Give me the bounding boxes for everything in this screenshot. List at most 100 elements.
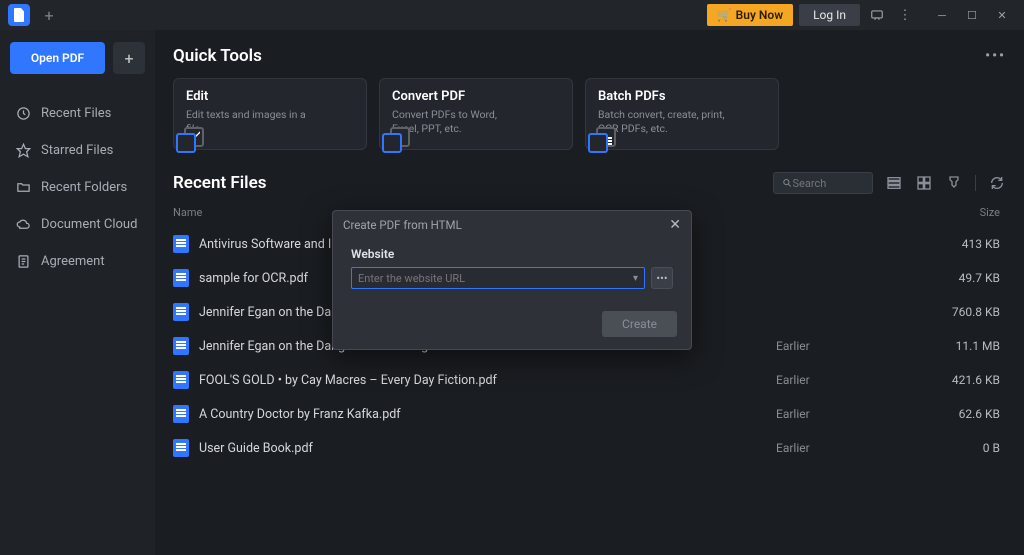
recent-header: Recent Files	[173, 172, 1006, 194]
pdf-file-icon	[173, 235, 189, 253]
tool-desc: Edit texts and images in a file.	[186, 108, 316, 135]
titlebar: + 🛒 Buy Now Log In ⋮ ─ ☐ ✕	[0, 0, 1024, 30]
tool-title: Batch PDFs	[598, 89, 766, 104]
sidebar-item-recent-files[interactable]: Recent Files	[10, 98, 145, 129]
create-pdf-dialog: Create PDF from HTML ✕ Website ▾ ••• Cre…	[332, 210, 692, 350]
quicktools-more-button[interactable]: •••	[985, 48, 1006, 64]
convert-icon	[382, 127, 410, 155]
file-name: A Country Doctor by Franz Kafka.pdf	[199, 407, 776, 422]
new-tab-button[interactable]: +	[38, 4, 60, 26]
pdf-file-icon	[173, 371, 189, 389]
file-size: 49.7 KB	[936, 271, 1006, 285]
file-size: 0 B	[936, 441, 1006, 455]
pdf-file-icon	[173, 439, 189, 457]
tool-desc: Convert PDFs to Word, Excel, PPT, etc.	[392, 108, 522, 135]
browse-button[interactable]: •••	[651, 267, 673, 289]
cart-icon: 🛒	[717, 8, 732, 22]
dialog-title: Create PDF from HTML	[343, 218, 462, 232]
file-size: 62.6 KB	[936, 407, 1006, 421]
pdf-file-icon	[173, 269, 189, 287]
nav-label: Recent Files	[41, 106, 111, 121]
nav-label: Agreement	[41, 254, 105, 269]
quicktools-row: Edit Edit texts and images in a file. Co…	[173, 78, 1006, 150]
search-input[interactable]	[792, 177, 864, 190]
pdf-file-icon	[173, 405, 189, 423]
batch-icon	[588, 127, 616, 155]
table-row[interactable]: User Guide Book.pdfEarlier0 B	[173, 431, 1006, 465]
sidebar: Open PDF + Recent Files Starred Files Re…	[0, 30, 155, 555]
sidebar-item-starred-files[interactable]: Starred Files	[10, 135, 145, 166]
minimize-button[interactable]: ─	[928, 4, 956, 26]
sidebar-item-document-cloud[interactable]: Document Cloud	[10, 209, 145, 240]
dialog-footer: Create	[333, 301, 691, 349]
close-window-button[interactable]: ✕	[988, 4, 1016, 26]
pin-icon[interactable]	[945, 174, 963, 192]
tool-card-convert[interactable]: Convert PDF Convert PDFs to Word, Excel,…	[379, 78, 573, 150]
website-field-row: ▾ •••	[351, 267, 673, 289]
file-name: User Guide Book.pdf	[199, 441, 776, 456]
grid-view-icon[interactable]	[915, 174, 933, 192]
divider	[975, 175, 976, 191]
clock-icon	[16, 106, 31, 121]
col-header-size: Size	[936, 206, 1006, 219]
search-box[interactable]	[773, 172, 873, 194]
dialog-body: Website ▾ •••	[333, 239, 691, 301]
buy-now-button[interactable]: 🛒 Buy Now	[707, 4, 793, 26]
file-name: FOOL'S GOLD • by Cay Macres – Every Day …	[199, 373, 776, 388]
dialog-close-button[interactable]: ✕	[669, 217, 681, 233]
quicktools-title: Quick Tools	[173, 46, 262, 66]
file-size: 11.1 MB	[936, 339, 1006, 353]
col-header-modified	[776, 206, 936, 219]
document-icon	[16, 254, 31, 269]
login-button[interactable]: Log In	[799, 4, 860, 26]
file-size: 413 KB	[936, 237, 1006, 251]
file-modified: Earlier	[776, 441, 936, 455]
refresh-icon[interactable]	[988, 174, 1006, 192]
create-button[interactable]: Create	[602, 311, 677, 337]
sidebar-top: Open PDF +	[10, 42, 145, 74]
table-row[interactable]: A Country Doctor by Franz Kafka.pdfEarli…	[173, 397, 1006, 431]
tool-card-batch[interactable]: Batch PDFs Batch convert, create, print,…	[585, 78, 779, 150]
quicktools-header: Quick Tools •••	[173, 46, 1006, 66]
dialog-titlebar: Create PDF from HTML ✕	[333, 211, 691, 239]
file-modified: Earlier	[776, 373, 936, 387]
app-logo-icon	[8, 4, 30, 26]
buy-now-label: Buy Now	[736, 8, 783, 22]
sidebar-item-agreement[interactable]: Agreement	[10, 246, 145, 277]
website-url-input-wrapper[interactable]: ▾	[351, 267, 645, 289]
table-row[interactable]: FOOL'S GOLD • by Cay Macres – Every Day …	[173, 363, 1006, 397]
open-pdf-button[interactable]: Open PDF	[10, 42, 105, 74]
titlebar-right: 🛒 Buy Now Log In ⋮ ─ ☐ ✕	[707, 4, 1016, 26]
nav-label: Document Cloud	[41, 217, 137, 232]
titlebar-left: +	[8, 4, 60, 26]
file-size: 421.6 KB	[936, 373, 1006, 387]
website-url-input[interactable]	[358, 272, 633, 285]
recent-title: Recent Files	[173, 173, 266, 193]
file-modified: Earlier	[776, 339, 936, 353]
search-icon	[782, 177, 792, 189]
tool-card-edit[interactable]: Edit Edit texts and images in a file.	[173, 78, 367, 150]
list-view-icon[interactable]	[885, 174, 903, 192]
nav-label: Recent Folders	[41, 180, 127, 195]
website-label: Website	[351, 247, 673, 261]
recent-toolbar	[773, 172, 1006, 194]
chevron-down-icon[interactable]: ▾	[633, 273, 638, 284]
create-pdf-button[interactable]: +	[113, 42, 145, 74]
sidebar-item-recent-folders[interactable]: Recent Folders	[10, 172, 145, 203]
cloud-icon	[16, 217, 31, 232]
file-size: 760.8 KB	[936, 305, 1006, 319]
tool-title: Convert PDF	[392, 89, 560, 104]
pdf-file-icon	[173, 337, 189, 355]
edit-icon	[176, 127, 204, 155]
file-modified: Earlier	[776, 407, 936, 421]
tool-title: Edit	[186, 89, 354, 104]
window-controls: ─ ☐ ✕	[928, 4, 1016, 26]
maximize-button[interactable]: ☐	[958, 4, 986, 26]
tool-desc: Batch convert, create, print, OCR PDFs, …	[598, 108, 728, 135]
nav-label: Starred Files	[41, 143, 113, 158]
star-icon	[16, 143, 31, 158]
message-icon[interactable]	[866, 4, 888, 26]
folder-icon	[16, 180, 31, 195]
pdf-file-icon	[173, 303, 189, 321]
kebab-icon[interactable]: ⋮	[894, 4, 916, 26]
